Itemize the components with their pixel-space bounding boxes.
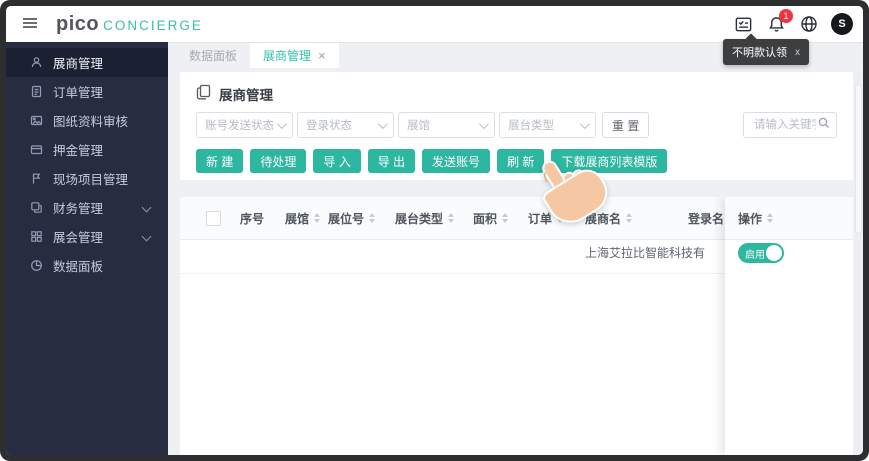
avatar[interactable]: S [831,13,853,35]
header-exhibitor-name[interactable]: 展商名 [585,210,688,227]
notification-badge: 1 [779,9,793,23]
document-copy-icon [196,84,211,105]
vertical-scrollbar[interactable] [855,70,862,453]
tab-exhibitor-mgmt[interactable]: 展商管理 × [250,42,339,68]
action-column: 操作 启用 [725,197,853,455]
sidebar-item-order-mgmt[interactable]: 订单管理 [6,77,168,106]
app-window: pico CONCIERGE 1 S 不明款认领 x 展商管理 订单管理 图纸资… [6,6,863,455]
drawing-review-icon [30,114,43,127]
sidebar-item-drawing-review[interactable]: 图纸资料审核 [6,106,168,135]
order-icon [30,85,43,98]
search-icon[interactable] [818,116,830,134]
unclaimed-funds-tooltip: 不明款认领 x [723,39,809,65]
sidebar-item-data-panel[interactable]: 数据面板 [6,251,168,280]
enable-toggle[interactable]: 启用 [738,243,784,263]
filter-login-status[interactable]: 登录状态 [297,112,394,138]
header-action[interactable]: 操作 [725,197,853,240]
tooltip-close-icon[interactable]: x [795,47,800,58]
header-hall[interactable]: 展馆 [285,210,328,227]
screenshot-frame: pico CONCIERGE 1 S 不明款认领 x 展商管理 订单管理 图纸资… [0,0,869,461]
filter-hall[interactable]: 展馆 [398,112,495,138]
close-icon[interactable]: × [318,49,326,62]
pending-button[interactable]: 待处理 [250,149,307,173]
action-button-row: 新 建 待处理 导 入 导 出 发送账号 刷 新 下载展商列表模版 [196,149,837,173]
exhibitor-table-panel: 序号 展馆 展位号 展台类型 面积 订单 展商名 登录名 上海艾拉比智能科技有 [180,197,853,455]
header-booth[interactable]: 展位号 [328,210,395,227]
sidebar-item-onsite-project-mgmt[interactable]: 现场项目管理 [6,164,168,193]
main-area: 数据面板 展商管理 × 展商管理 账号发送状态 登录状态 展馆 展台类型 重 置… [168,42,863,455]
refresh-button[interactable]: 刷 新 [497,149,545,173]
scrollbar-thumb[interactable] [855,84,862,234]
header-order[interactable]: 订单 [528,210,585,227]
globe-icon[interactable] [798,13,820,35]
download-template-button[interactable]: 下载展商列表模版 [551,149,668,173]
filter-row: 账号发送状态 登录状态 展馆 展台类型 重 置 [196,112,837,138]
tooltip-text: 不明款认领 [732,47,787,59]
chevron-down-icon [579,118,590,129]
logo-pico: pico [56,13,100,35]
deposit-icon [30,143,43,156]
sort-icon [448,213,455,223]
chevron-down-icon [141,202,152,213]
header-area[interactable]: 面积 [473,210,528,227]
select-all-checkbox[interactable] [206,210,221,226]
page-title-row: 展商管理 [196,84,837,105]
send-account-button[interactable]: 发送账号 [422,149,491,173]
exhibition-icon [30,230,43,243]
filter-account-send-status[interactable]: 账号发送状态 [196,112,293,138]
export-button[interactable]: 导 出 [367,149,416,173]
chevron-down-icon [276,118,287,129]
finance-icon [30,201,43,214]
tab-data-panel[interactable]: 数据面板 [176,42,250,68]
dashboard-icon [30,259,43,272]
sidebar-item-finance-mgmt[interactable]: 财务管理 [6,193,168,222]
bell-icon[interactable]: 1 [765,9,793,35]
sort-icon [314,213,321,223]
sidebar: 展商管理 订单管理 图纸资料审核 押金管理 现场项目管理 财务管理 展会管理 数… [6,42,168,455]
logo-concierge: CONCIERGE [103,18,203,33]
chevron-down-icon [478,118,489,129]
new-button[interactable]: 新 建 [196,149,244,173]
page-title: 展商管理 [219,88,273,103]
action-row-partial: 启用 [725,240,853,270]
search-box [743,112,837,138]
sort-icon [626,213,633,223]
chevron-down-icon [141,231,152,242]
sidebar-item-exhibition-mgmt[interactable]: 展会管理 [6,222,168,251]
header-no: 序号 [240,211,265,226]
sort-icon [557,213,564,223]
onsite-project-icon [30,172,43,185]
exhibitor-icon [30,56,43,69]
import-button[interactable]: 导 入 [313,149,361,173]
hamburger-menu-icon[interactable] [23,18,37,29]
reset-button[interactable]: 重 置 [602,112,650,138]
sidebar-item-exhibitor-mgmt[interactable]: 展商管理 [6,48,168,77]
filter-booth-type[interactable]: 展台类型 [499,112,596,138]
header-booth-type[interactable]: 展台类型 [395,210,473,227]
top-bar: pico CONCIERGE 1 S [6,6,863,43]
chevron-down-icon [377,118,388,129]
claim-list-icon[interactable] [732,13,754,35]
toolbar-panel: 展商管理 账号发送状态 登录状态 展馆 展台类型 重 置 请输入关键字 新 建 … [180,72,853,180]
sidebar-item-deposit-mgmt[interactable]: 押金管理 [6,135,168,164]
sort-icon [767,213,774,223]
cell-exhibitor-name: 上海艾拉比智能科技有 [585,246,706,260]
logo: pico CONCIERGE [56,13,203,36]
sort-icon [369,213,376,223]
sort-icon [502,213,509,223]
search-input[interactable] [752,118,818,132]
